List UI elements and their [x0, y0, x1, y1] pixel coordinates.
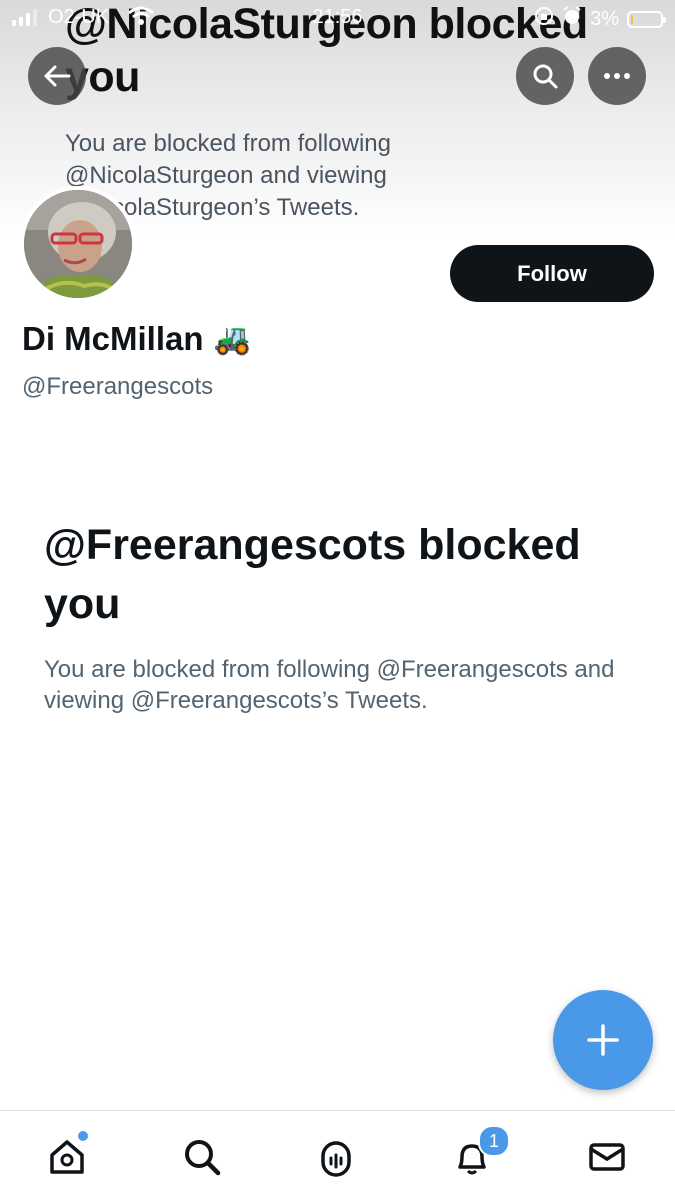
home-icon [50, 1140, 84, 1174]
profile-handle: @Freerangescots [22, 373, 214, 400]
search-button[interactable] [516, 47, 574, 105]
tab-messages[interactable] [583, 1133, 631, 1181]
search-icon [185, 1140, 221, 1176]
blocked-message: You are blocked from following @Freerang… [44, 656, 615, 714]
notifications-badge: 1 [478, 1125, 510, 1157]
battery-percent: 3% [590, 7, 619, 30]
tab-home[interactable] [43, 1131, 91, 1181]
tab-explore[interactable] [178, 1133, 226, 1181]
more-button[interactable] [588, 47, 646, 105]
tractor-emoji: 🚜 [213, 322, 251, 356]
mail-icon [589, 1143, 625, 1171]
bottom-tab-bar: 1 [0, 1110, 675, 1201]
battery-icon [627, 10, 666, 28]
tab-notifications[interactable]: 1 [448, 1125, 510, 1181]
back-button[interactable] [28, 47, 86, 105]
display-name-text: Di McMillan [22, 320, 204, 357]
orientation-lock-icon [534, 6, 554, 32]
alarm-icon [562, 6, 582, 32]
compose-tweet-button[interactable] [553, 990, 653, 1090]
home-unread-dot [78, 1131, 88, 1141]
tab-spaces[interactable] [312, 1133, 360, 1181]
more-icon [604, 73, 630, 79]
spaces-icon [321, 1141, 351, 1177]
back-arrow-icon [44, 65, 71, 87]
display-name: Di McMillan 🚜 [22, 320, 251, 358]
battery-level [631, 14, 634, 24]
blocked-title: @Freerangescots blocked you [44, 521, 581, 628]
banner-blocked-text: You are blocked from following @NicolaSt… [65, 130, 391, 221]
plus-icon [587, 1024, 619, 1056]
status-bar: O2-UK 21:56 3% [0, 0, 675, 36]
search-icon [533, 64, 558, 89]
avatar[interactable] [20, 186, 136, 302]
follow-button[interactable]: Follow [450, 245, 654, 302]
